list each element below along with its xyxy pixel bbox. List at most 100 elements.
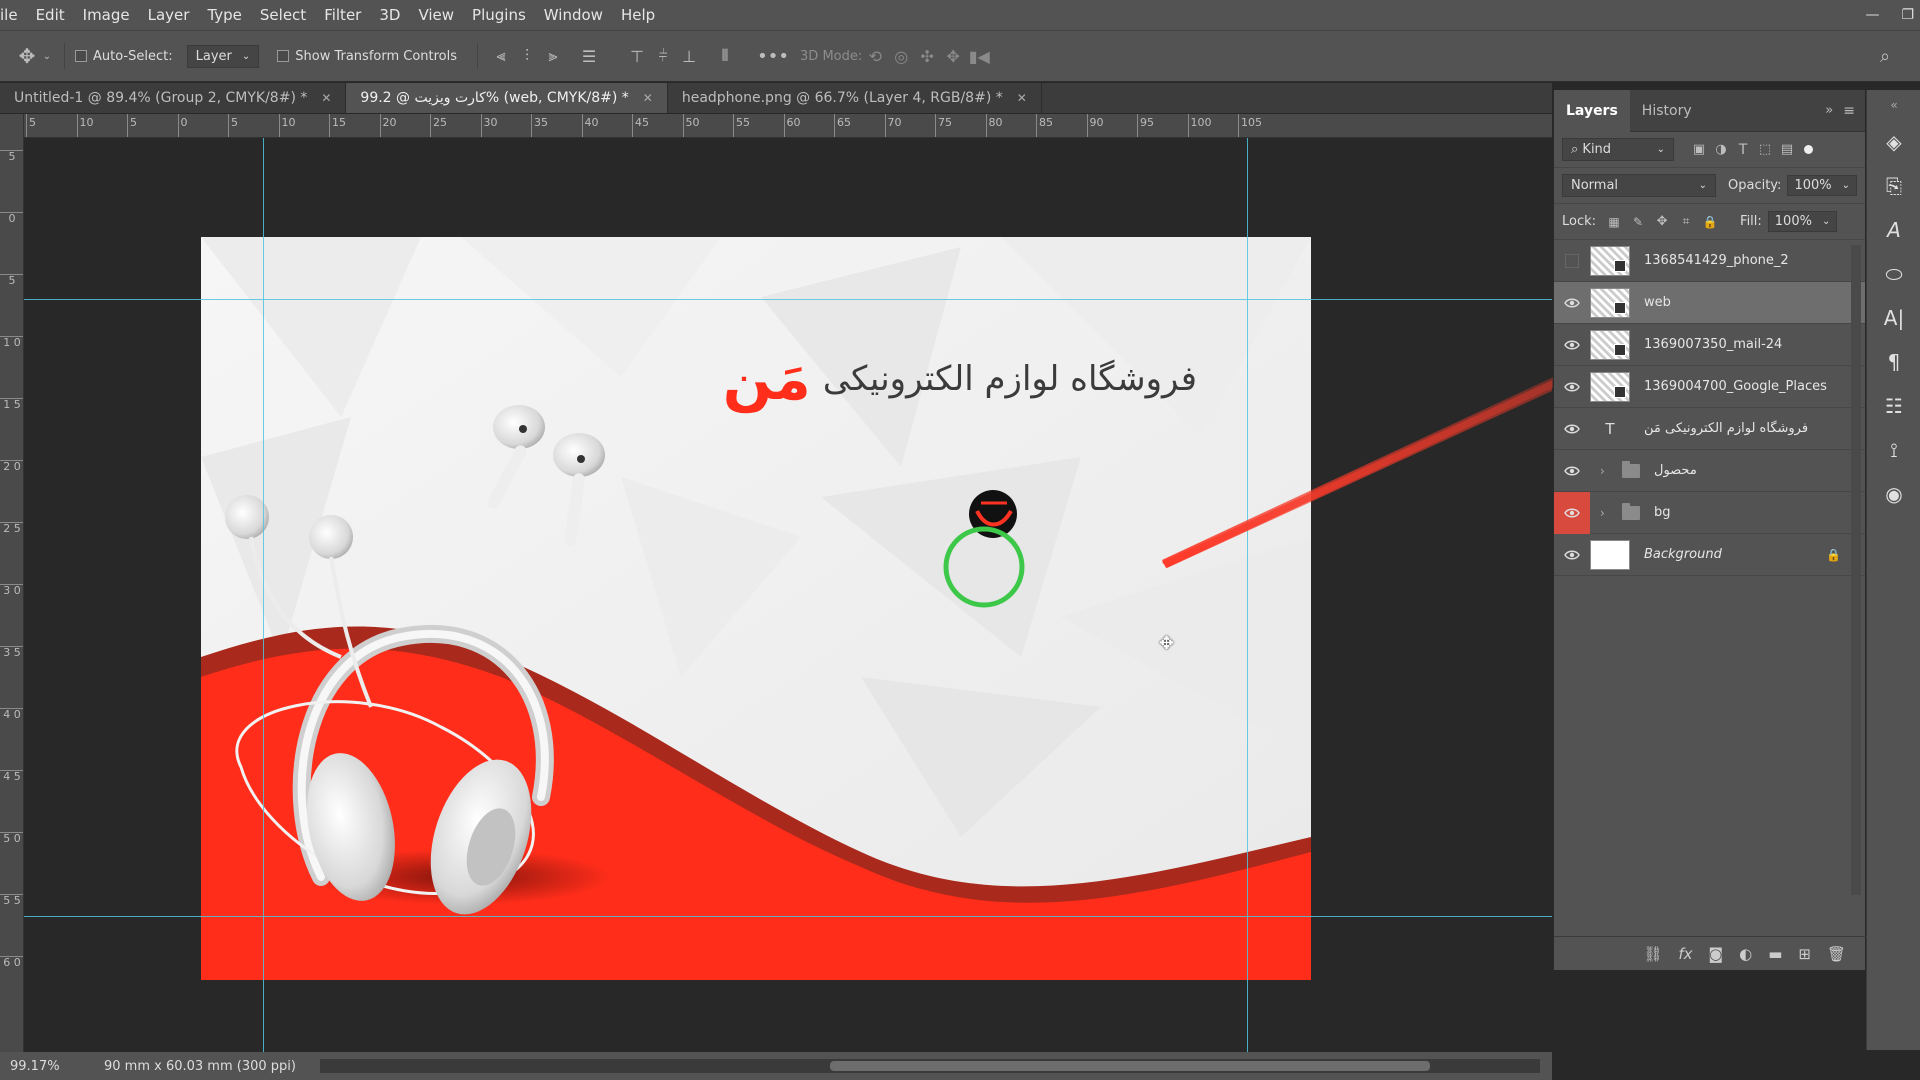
tab-history[interactable]: History [1630, 90, 1704, 132]
document-tab[interactable]: 99.2 @ کارت ویزیت% (web, CMYK/8#) * ✕ [346, 83, 668, 113]
more-options-icon[interactable]: ••• [757, 43, 789, 69]
history-panel-icon[interactable]: ⎘ [1867, 164, 1920, 208]
align-top-icon[interactable]: ⊤ [624, 43, 650, 69]
visibility-eye-icon[interactable] [1554, 282, 1590, 324]
close-icon[interactable]: ✕ [1017, 91, 1027, 105]
menu-item[interactable]: 3D [370, 0, 409, 30]
align-center-icon[interactable]: ⫶ [514, 43, 540, 69]
show-transform-checkbox[interactable] [277, 50, 290, 62]
auto-select-toggle[interactable]: Auto-Select: [75, 49, 173, 64]
menu-item[interactable]: Image [74, 0, 139, 30]
3d-pan-icon[interactable]: ✣ [914, 43, 940, 69]
filter-smart-object-icon[interactable]: ▤ [1776, 137, 1798, 163]
vertical-ruler[interactable]: 5 0 5 1 0 1 5 2 0 2 5 3 0 3 5 4 0 4 5 5 0 5 5 6 0 [0, 114, 24, 1052]
distribute-vertical-icon[interactable]: ⦀ [712, 43, 738, 69]
visibility-eye-icon[interactable] [1554, 534, 1590, 576]
collapse-icon[interactable]: « [1867, 90, 1920, 120]
guide-vertical-left[interactable] [263, 138, 264, 1052]
align-middle-icon[interactable]: ⫩ [650, 43, 676, 69]
visibility-eye-icon[interactable] [1554, 450, 1590, 492]
layer-row[interactable]: web [1554, 282, 1865, 324]
layer-row[interactable]: 1369004700_Google_Places [1554, 366, 1865, 408]
filter-adjustment-icon[interactable]: ◑ [1710, 137, 1732, 163]
tab-layers[interactable]: Layers [1554, 89, 1630, 132]
link-layers-icon[interactable]: ⛓ [1643, 945, 1662, 963]
glyphs-panel-icon[interactable]: A| [1867, 296, 1920, 340]
auto-select-dropdown[interactable]: Layer ⌄ [186, 44, 260, 68]
menu-item[interactable]: ile [0, 0, 27, 30]
horizontal-ruler[interactable]: 5 10 5 0 5 10 15 20 25 30 35 40 45 50 55 60 65 70 75 80 85 90… [24, 114, 1552, 138]
3d-roll-icon[interactable]: ◎ [888, 43, 914, 69]
menu-item[interactable]: View [409, 0, 463, 30]
new-layer-icon[interactable]: ⊞ [1798, 945, 1811, 963]
menu-item[interactable]: Layer [139, 0, 199, 30]
close-icon[interactable]: ✕ [321, 91, 331, 105]
menu-item[interactable]: Type [198, 0, 250, 30]
blend-mode-dropdown[interactable]: Normal ⌄ [1562, 174, 1716, 197]
close-icon[interactable]: ✕ [643, 91, 653, 105]
adjustment-layer-icon[interactable]: ◐ [1739, 945, 1752, 963]
chevron-right-icon[interactable]: › [1600, 464, 1614, 478]
move-tool-icon[interactable]: ✥ [14, 43, 40, 69]
filter-pixel-icon[interactable]: ▣ [1688, 137, 1710, 163]
channels-panel-icon[interactable]: ◉ [1867, 472, 1920, 516]
menu-item[interactable]: Filter [315, 0, 370, 30]
filter-shape-icon[interactable]: ⬚ [1754, 137, 1776, 163]
visibility-eye-icon[interactable] [1554, 491, 1590, 534]
layer-row[interactable]: 1369007350_mail-24 [1554, 324, 1865, 366]
3d-camera-icon[interactable]: ▮◀ [966, 43, 992, 69]
layer-row[interactable]: T فروشگاه لوازم الکترونیکی مَن [1554, 408, 1865, 450]
lock-artboard-icon[interactable]: ⌗ [1674, 209, 1698, 235]
lock-transparent-icon[interactable]: ▦ [1602, 209, 1626, 235]
visibility-eye-icon[interactable] [1554, 240, 1590, 282]
paths-panel-icon[interactable]: ⟟ [1867, 428, 1920, 472]
layer-row[interactable]: Background 🔒 [1554, 534, 1865, 576]
lock-icon[interactable]: 🔒 [1826, 548, 1841, 562]
guide-horizontal-top[interactable] [24, 299, 1552, 300]
restore-icon[interactable]: ❐ [1901, 7, 1914, 23]
distribute-icon[interactable]: ☰ [576, 43, 602, 69]
minimize-icon[interactable]: — [1865, 7, 1879, 23]
character-panel-icon[interactable]: A [1867, 208, 1920, 252]
layer-row[interactable]: › محصول [1554, 450, 1865, 492]
scrollbar-thumb[interactable] [830, 1061, 1430, 1071]
menu-item[interactable]: Edit [27, 0, 74, 30]
lock-all-icon[interactable]: 🔒 [1698, 209, 1722, 235]
visibility-eye-icon[interactable] [1554, 408, 1590, 450]
menu-item[interactable]: Plugins [463, 0, 535, 30]
auto-select-checkbox[interactable] [75, 50, 87, 62]
chevron-right-icon[interactable]: › [1600, 506, 1614, 520]
layer-row[interactable]: 1368541429_phone_2 [1554, 240, 1865, 282]
opacity-field[interactable]: 100% ⌄ [1787, 175, 1857, 196]
lock-image-icon[interactable]: ✎ [1626, 209, 1650, 235]
align-left-icon[interactable]: ⫷ [488, 43, 514, 69]
document-canvas[interactable]: فروشگاه لوازم الکترونیکی مَن ✥ [201, 237, 1311, 980]
menu-item[interactable]: Help [612, 0, 664, 30]
zoom-level[interactable]: 99.17% [10, 1059, 80, 1074]
add-mask-icon[interactable]: ◙ [1709, 945, 1724, 963]
adjustments-panel-icon[interactable]: ☷ [1867, 384, 1920, 428]
align-right-icon[interactable]: ⫸ [540, 43, 566, 69]
menu-item[interactable]: Select [251, 0, 315, 30]
horizontal-scrollbar[interactable] [320, 1059, 1540, 1073]
document-tab[interactable]: headphone.png @ 66.7% (Layer 4, RGB/8#) … [667, 83, 1042, 113]
chevron-down-icon[interactable]: ⌄ [40, 43, 54, 69]
panel-menu-icon[interactable]: ≡ [1843, 103, 1855, 119]
filter-type-icon[interactable]: T [1732, 137, 1754, 163]
lock-position-icon[interactable]: ✥ [1650, 209, 1674, 235]
visibility-eye-icon[interactable] [1554, 366, 1590, 408]
layers-panel-icon[interactable]: ◈ [1867, 120, 1920, 164]
swatches-panel-icon[interactable]: ⬭ [1867, 252, 1920, 296]
visibility-eye-icon[interactable] [1554, 324, 1590, 366]
guide-vertical-right[interactable] [1247, 138, 1248, 1052]
3d-slide-icon[interactable]: ✥ [940, 43, 966, 69]
fx-icon[interactable]: fx [1678, 945, 1692, 963]
layers-scrollbar[interactable] [1851, 245, 1861, 895]
3d-orbit-icon[interactable]: ⟲ [862, 43, 888, 69]
guide-horizontal-bottom[interactable] [24, 916, 1552, 917]
layer-row[interactable]: › bg [1554, 491, 1865, 534]
fill-field[interactable]: 100% ⌄ [1767, 211, 1838, 232]
filter-toggle-icon[interactable] [1804, 145, 1813, 154]
collapse-icon[interactable]: » [1825, 103, 1833, 118]
align-bottom-icon[interactable]: ⊥ [676, 43, 702, 69]
